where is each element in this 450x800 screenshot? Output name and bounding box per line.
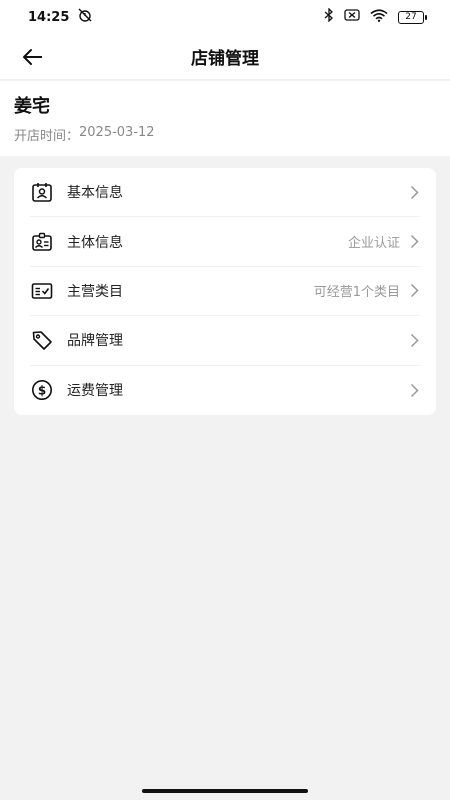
status-bar: 14:25 27 xyxy=(0,0,450,34)
store-open-date: 开店时间： 2025-03-12 xyxy=(14,125,436,144)
menu-item-label: 运费管理 xyxy=(67,383,123,400)
chevron-right-icon xyxy=(408,283,420,299)
menu-item-main-category[interactable]: 主营类目 可经营1个类目 xyxy=(30,267,420,317)
store-header: 姜宅 开店时间： 2025-03-12 xyxy=(0,81,450,156)
menu-item-basic-info[interactable]: 基本信息 xyxy=(30,168,420,218)
menu-item-label: 基本信息 xyxy=(67,185,123,202)
dollar-circle-icon: $ xyxy=(30,378,54,402)
menu-item-label: 主体信息 xyxy=(67,234,123,251)
page-title: 店铺管理 xyxy=(191,49,259,69)
bluetooth-icon xyxy=(324,7,334,26)
chevron-right-icon xyxy=(408,332,420,348)
store-name: 姜宅 xyxy=(14,96,50,117)
arrow-left-icon xyxy=(23,49,42,65)
menu-item-label: 主营类目 xyxy=(67,283,123,300)
category-list-icon xyxy=(30,279,54,303)
menu-item-label: 品牌管理 xyxy=(67,333,123,350)
id-badge-icon xyxy=(30,180,54,204)
menu-item-shipping-fee[interactable]: $ 运费管理 xyxy=(30,366,420,415)
status-time: 14:25 xyxy=(28,9,70,25)
chevron-right-icon xyxy=(408,382,420,398)
battery-icon: 27 xyxy=(398,10,427,24)
nav-bar: 店铺管理 xyxy=(0,34,450,80)
menu-item-brand-management[interactable]: 品牌管理 xyxy=(30,316,420,366)
svg-text:$: $ xyxy=(38,384,46,398)
id-card-icon xyxy=(30,230,54,254)
chevron-right-icon xyxy=(408,184,420,200)
alarm-off-icon xyxy=(77,8,93,26)
open-date-label: 开店时间： xyxy=(14,129,80,144)
status-right: 27 xyxy=(324,7,427,26)
settings-card: 基本信息 主体信息 企业认证 主营类目 可经营1个类目 品牌管理 $ 运费管理 xyxy=(14,168,436,415)
menu-item-value: 可经营1个类目 xyxy=(313,285,400,301)
chevron-right-icon xyxy=(408,234,420,250)
open-date-value: 2025-03-12 xyxy=(79,125,155,140)
home-indicator[interactable] xyxy=(142,789,308,793)
tag-icon xyxy=(30,328,54,352)
back-button[interactable] xyxy=(18,42,48,72)
menu-item-value: 企业认证 xyxy=(347,236,400,252)
menu-item-entity-info[interactable]: 主体信息 企业认证 xyxy=(30,217,420,267)
sim-off-icon xyxy=(344,9,360,25)
status-left: 14:25 xyxy=(28,8,93,26)
wifi-icon xyxy=(370,8,388,26)
